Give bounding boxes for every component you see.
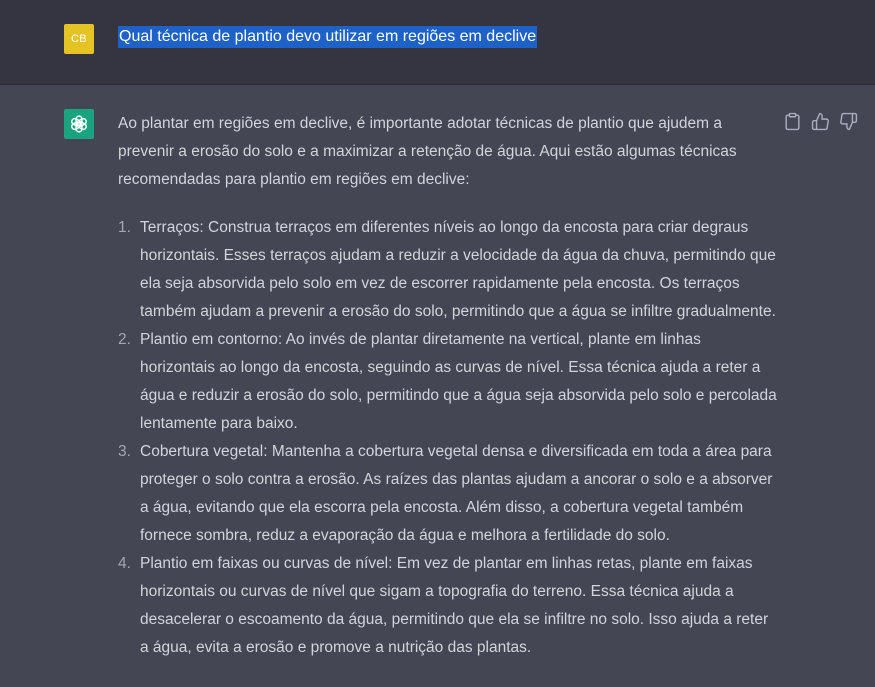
list-item-text: Cobertura vegetal: Mantenha a cobertura … xyxy=(140,443,773,544)
list-item: 4. Plantio em faixas ou curvas de nível:… xyxy=(118,550,778,662)
list-number: 4. xyxy=(118,555,131,572)
list-item: 1. Terraços: Construa terraços em difere… xyxy=(118,214,778,326)
clipboard-icon[interactable] xyxy=(783,112,802,131)
list-number: 3. xyxy=(118,443,131,460)
message-actions xyxy=(783,112,858,132)
user-message-text[interactable]: Qual técnica de plantio devo utilizar em… xyxy=(118,26,538,48)
list-number: 2. xyxy=(118,331,131,348)
intro-paragraph: Ao plantar em regiões em declive, é impo… xyxy=(118,115,737,188)
list-number: 1. xyxy=(118,219,131,236)
list-item-text: Terraços: Construa terraços em diferente… xyxy=(140,219,776,320)
thumbs-up-icon[interactable] xyxy=(811,112,830,131)
technique-list: 1. Terraços: Construa terraços em difere… xyxy=(118,214,778,662)
user-avatar: CB xyxy=(64,24,94,54)
list-item-text: Plantio em faixas ou curvas de nível: Em… xyxy=(140,555,769,656)
thumbs-down-icon[interactable] xyxy=(839,112,858,131)
assistant-message-text: Ao plantar em regiões em declive, é impo… xyxy=(118,110,778,662)
list-item: 2. Plantio em contorno: Ao invés de plan… xyxy=(118,326,778,438)
openai-logo-icon xyxy=(64,109,94,139)
assistant-message-row: Ao plantar em regiões em declive, é impo… xyxy=(0,85,875,687)
list-item: 3. Cobertura vegetal: Mantenha a cobertu… xyxy=(118,438,778,550)
list-item-text: Plantio em contorno: Ao invés de plantar… xyxy=(140,331,777,432)
user-message-row: CB Qual técnica de plantio devo utilizar… xyxy=(0,0,875,85)
